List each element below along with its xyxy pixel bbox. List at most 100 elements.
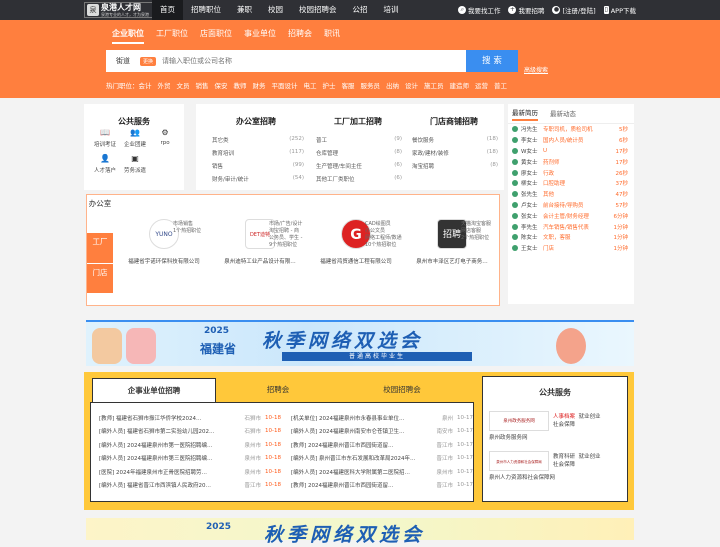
company-job[interactable]: 办公文员 [365, 228, 402, 235]
location-label[interactable]: 街道 [106, 56, 140, 66]
list-item[interactable]: 冯先生 专职司机，质检司机 5秒 [508, 124, 634, 135]
list-item[interactable]: 卢女士 前台接待/导购员 57秒 [508, 200, 634, 211]
list-item[interactable]: [编外人员] 2024福建医科大学附属第二医院招… 泉州市 10-17 [291, 465, 473, 479]
company-job[interactable]: 网店客服 [461, 228, 491, 235]
hot-job[interactable]: 普工 [494, 80, 507, 90]
list-item[interactable]: [医院] 2024年福建泉州市正骨医院招聘劳… 泉州市 10-18 [99, 465, 281, 479]
public-service-item[interactable]: 泉州政务服务网 泉州政务服务网 人事档案 就业创业 社会保障 [489, 411, 625, 441]
nav-campus[interactable]: 校园 [260, 0, 291, 20]
login-link[interactable]: ● [注册/登陆] [552, 5, 596, 15]
company-job[interactable]: 市场销售 [173, 221, 201, 228]
list-item[interactable]: [教师] 2024福建泉州晋江市西园街道留… 晋江市 10-17 [291, 438, 473, 452]
list-item[interactable]: 王女士 门店 1分钟 [508, 243, 634, 254]
list-item[interactable]: 张先生 其他 47秒 [508, 189, 634, 200]
list-item[interactable]: [教师] 2024福建泉州晋江市西园街道留… 晋江市 10-17 [291, 479, 473, 493]
tab-office[interactable]: 办公室 [87, 195, 113, 233]
list-item[interactable]: 其他工厂类职位 (6) [316, 175, 402, 188]
hot-job[interactable]: 文员 [177, 80, 190, 90]
company-job[interactable]: CAD绘图员 [365, 221, 402, 228]
list-item[interactable]: [机关单位] 2024福建泉州市永春县事业单位… 泉州 10-17 [291, 411, 473, 425]
hot-job[interactable]: 服务员 [361, 80, 381, 90]
nav-public-recruit[interactable]: 公招 [345, 0, 376, 20]
list-item[interactable]: 教育培训 (117) [212, 149, 304, 162]
company-job[interactable]: 天猫淘宝客服 [461, 221, 491, 228]
featured-company[interactable]: YUNO 市场销售 1个热招职位 福建省宇诺环保科技有限公司 [115, 219, 213, 265]
list-item[interactable]: 李先生 汽车销售/销售代表 1分钟 [508, 221, 634, 232]
service-link[interactable]: 教育科研 [553, 454, 575, 460]
tab-campus-fairs[interactable]: 校园招聘会 [340, 378, 464, 402]
site-logo[interactable]: 泉 泉港人才网 泉港专业的人才，才为泉港 [84, 2, 154, 18]
list-item[interactable]: 陈女士 文职，客服 1分钟 [508, 232, 634, 243]
nav-jobs[interactable]: 招聘职位 [183, 0, 229, 20]
list-item[interactable]: 家政/建材/装修 (18) [412, 149, 498, 162]
service-link[interactable]: 就业创业 [579, 454, 601, 460]
change-location-button[interactable]: 更换 [140, 56, 157, 66]
list-item[interactable]: 仓库管理 (8) [316, 149, 402, 162]
hot-job[interactable]: 会计 [139, 80, 152, 90]
list-item[interactable]: [编外人员] 2024福建泉州市第一医院招聘编… 泉州市 10-18 [99, 438, 281, 452]
hot-job[interactable]: 财务 [253, 80, 266, 90]
tab-job-fair[interactable]: 招聘会 [288, 28, 312, 44]
featured-company[interactable]: G CAD绘图员 办公文员 网络工程师/数通 10个热招职位 福建省鸿贸通信工程有限公司 [307, 219, 405, 265]
list-item[interactable]: 李女士 国内人员/统计员 6秒 [508, 135, 634, 146]
hot-job[interactable]: 平面设计 [272, 80, 298, 90]
tab-news[interactable]: 职讯 [324, 28, 340, 44]
featured-company[interactable]: 招聘 天猫淘宝客服 网店客服 2个热招职位 泉州市丰泽区艺灯电子商务… [403, 219, 501, 265]
hot-job[interactable]: 电工 [304, 80, 317, 90]
list-item[interactable]: 餐饮服务 (18) [412, 136, 498, 149]
find-job-link[interactable]: ⌕ 我要找工作 [457, 5, 500, 15]
nav-home[interactable]: 首页 [152, 0, 183, 20]
company-job[interactable]: 10个热招职位 [365, 242, 402, 249]
list-item[interactable]: [教师] 福建省石狮市振江华侨学校2024… 石狮市 10-18 [99, 411, 281, 425]
hot-job[interactable]: 出纳 [386, 80, 399, 90]
hot-job[interactable]: 运营 [475, 80, 488, 90]
service-dispatch[interactable]: ▣ 劳务派遣 [120, 154, 150, 174]
list-item[interactable]: [编外人员] 泉州晋江市东石发展和改革局2024年… 晋江市 10-17 [291, 452, 473, 466]
list-item[interactable]: W女士 U 17秒 [508, 146, 634, 157]
nav-campus-fair[interactable]: 校园招聘会 [291, 0, 345, 20]
service-link[interactable]: 社会保障 [553, 462, 575, 468]
tab-public-institution[interactable]: 事业单位 [244, 28, 276, 44]
hot-job[interactable]: 销售 [196, 80, 209, 90]
list-item[interactable]: [编外人员] 2024福建泉州市第三医院招聘编… 泉州市 10-18 [99, 452, 281, 466]
tab-latest-updates[interactable]: 最新动态 [550, 108, 576, 120]
featured-company[interactable]: DET迪特 市场/广告/设计 淘宝招聘 - 商公务员、学生 -9个热招职位 泉州迪特工… [211, 219, 309, 265]
company-job[interactable]: 1个热招职位 [173, 228, 201, 235]
list-item[interactable]: 生产管理/车间主任 (6) [316, 162, 402, 175]
autumn-job-fair-banner-2[interactable]: 2025 秋季网络双选会 [86, 518, 634, 546]
service-training[interactable]: 📖 培训考证 [90, 128, 120, 148]
tab-factory-jobs[interactable]: 工厂职位 [156, 28, 188, 44]
nav-parttime[interactable]: 兼职 [229, 0, 260, 20]
hot-job[interactable]: 设计 [405, 80, 418, 90]
list-item[interactable]: 财务/审计/统计 (54) [212, 175, 304, 188]
service-rpo[interactable]: ⚙ rpo [150, 128, 180, 148]
list-item[interactable]: 廖女士 行政 26秒 [508, 167, 634, 178]
tab-store-jobs[interactable]: 店面职位 [200, 28, 232, 44]
company-job[interactable]: 公务员、学生 - [269, 235, 302, 242]
company-job[interactable]: 淘宝招聘 - 商 [269, 228, 302, 235]
service-link[interactable]: 就业创业 [579, 414, 601, 420]
list-item[interactable]: [编外人员] 福建省晋江市西滨镇人民政府20… 晋江市 10-18 [99, 479, 281, 493]
tab-institution-jobs[interactable]: 企事业单位招聘 [92, 378, 216, 402]
search-input[interactable] [162, 57, 518, 65]
service-hukou[interactable]: 👤 人才落户 [90, 154, 120, 174]
list-item[interactable]: 黄女士 药剂师 17秒 [508, 156, 634, 167]
list-item[interactable]: [编外人员] 2024福建泉州南安市仑苍镇卫生… 南安市 10-17 [291, 425, 473, 439]
service-link[interactable]: 社会保障 [553, 422, 575, 428]
hot-job[interactable]: 建造师 [450, 80, 470, 90]
company-job[interactable]: 网络工程师/数通 [365, 235, 402, 242]
list-item[interactable]: 柳女士 口腔助理 37秒 [508, 178, 634, 189]
tab-job-fairs[interactable]: 招聘会 [216, 378, 340, 402]
tab-company-jobs[interactable]: 企业职位 [112, 28, 144, 44]
advanced-search-link[interactable]: 高级搜索 [524, 65, 548, 74]
tab-latest-resumes[interactable]: 最新简历 [512, 107, 538, 121]
list-item[interactable]: 淘宝招聘 (8) [412, 162, 498, 175]
tab-store[interactable]: 门店 [87, 263, 113, 293]
list-item[interactable]: [编外人员] 福建省石狮市第二实验幼儿园202… 石狮市 10-18 [99, 425, 281, 439]
autumn-job-fair-banner[interactable]: 2025 福建省 秋季网络双选会 普通高校毕业生 [86, 320, 634, 366]
hot-job[interactable]: 护士 [323, 80, 336, 90]
company-job[interactable]: 9个热招职位 [269, 242, 302, 249]
service-link[interactable]: 人事档案 [553, 414, 575, 420]
list-item[interactable]: 销售 (99) [212, 162, 304, 175]
company-job[interactable]: 市场/广告/设计 [269, 221, 302, 228]
